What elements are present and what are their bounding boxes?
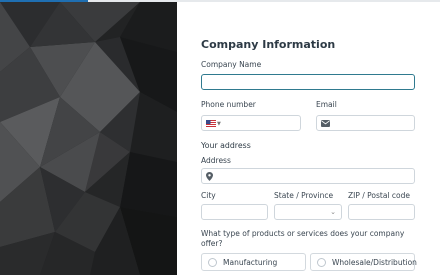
city-input[interactable]	[202, 211, 267, 225]
option-wholesale-distribution[interactable]: Wholesale/Distribution	[310, 253, 417, 271]
radio-button[interactable]	[208, 257, 217, 267]
mail-icon	[321, 119, 330, 128]
company-name-input[interactable]	[202, 81, 414, 95]
us-flag-icon	[206, 120, 216, 127]
option-manufacturing[interactable]: Manufacturing	[201, 253, 306, 271]
address-label: Address	[201, 156, 231, 165]
map-pin-icon	[206, 172, 213, 181]
address-input[interactable]	[202, 175, 414, 189]
option-label: Manufacturing	[223, 257, 278, 267]
company-information-form: Company Information Company Name Phone n…	[201, 0, 440, 275]
email-label: Email	[316, 100, 337, 109]
zip-field[interactable]	[348, 204, 415, 225]
form-title: Company Information	[201, 38, 336, 51]
address-section-heading: Your address	[201, 141, 251, 150]
company-name-label: Company Name	[201, 60, 262, 69]
state-label: State / Province	[274, 191, 334, 200]
email-field[interactable]	[316, 115, 415, 136]
decorative-side-panel	[0, 2, 177, 275]
radio-button[interactable]	[317, 257, 326, 267]
email-input[interactable]	[317, 122, 414, 136]
address-field[interactable]	[201, 168, 415, 189]
country-code-selector[interactable]: ▼	[206, 119, 221, 128]
city-label: City	[201, 191, 216, 200]
chevron-down-icon: ⌄	[330, 208, 336, 216]
state-select[interactable]: ⌄	[274, 204, 342, 220]
zip-label: ZIP / Postal code	[348, 191, 411, 200]
company-name-field[interactable]	[201, 74, 415, 95]
zip-input[interactable]	[349, 211, 414, 225]
chevron-down-icon: ▼	[217, 120, 221, 127]
city-field[interactable]	[201, 204, 268, 225]
products-question: What type of products or services does y…	[201, 229, 405, 248]
phone-label: Phone number	[201, 100, 256, 109]
option-label: Wholesale/Distribution	[332, 257, 417, 267]
phone-field[interactable]: ▼	[201, 115, 301, 136]
low-poly-background	[0, 2, 177, 275]
